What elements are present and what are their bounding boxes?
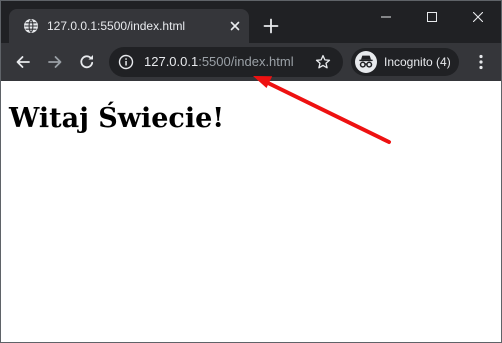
close-window-icon [473, 12, 483, 22]
globe-icon [23, 18, 39, 34]
minimize-icon [381, 16, 391, 18]
maximize-icon [427, 12, 437, 22]
address-bar[interactable]: 127.0.0.1:5500/index.html [109, 47, 343, 77]
browser-window: 127.0.0.1:5500/index.html 127.0.0.1:5500… [0, 0, 502, 343]
tab-strip: 127.0.0.1:5500/index.html [1, 1, 501, 43]
site-info-icon[interactable] [118, 54, 134, 70]
close-window-button[interactable] [455, 1, 501, 33]
incognito-profile-button[interactable]: Incognito (4) [351, 48, 459, 76]
new-tab-plus-icon[interactable] [261, 16, 281, 36]
toolbar: 127.0.0.1:5500/index.html Incognito (4) [1, 43, 501, 81]
minimize-button[interactable] [363, 1, 409, 33]
kebab-menu-icon[interactable] [471, 52, 491, 72]
back-arrow-icon[interactable] [13, 52, 33, 72]
address-bar-url[interactable]: 127.0.0.1:5500/index.html [144, 54, 294, 70]
bookmark-star-icon[interactable] [315, 54, 331, 70]
url-port-path: :5500/index.html [198, 54, 294, 69]
tab-title: 127.0.0.1:5500/index.html [47, 19, 186, 33]
close-tab-icon[interactable] [227, 18, 243, 34]
incognito-icon [355, 51, 377, 73]
page-heading: Witaj Świecie! [9, 103, 225, 134]
forward-arrow-icon[interactable] [45, 52, 65, 72]
reload-icon[interactable] [77, 52, 97, 72]
url-host: 127.0.0.1 [144, 54, 199, 69]
tab-active[interactable]: 127.0.0.1:5500/index.html [9, 9, 249, 43]
maximize-button[interactable] [409, 1, 455, 33]
incognito-label: Incognito (4) [384, 55, 451, 69]
page-content: Witaj Świecie! [1, 81, 501, 342]
